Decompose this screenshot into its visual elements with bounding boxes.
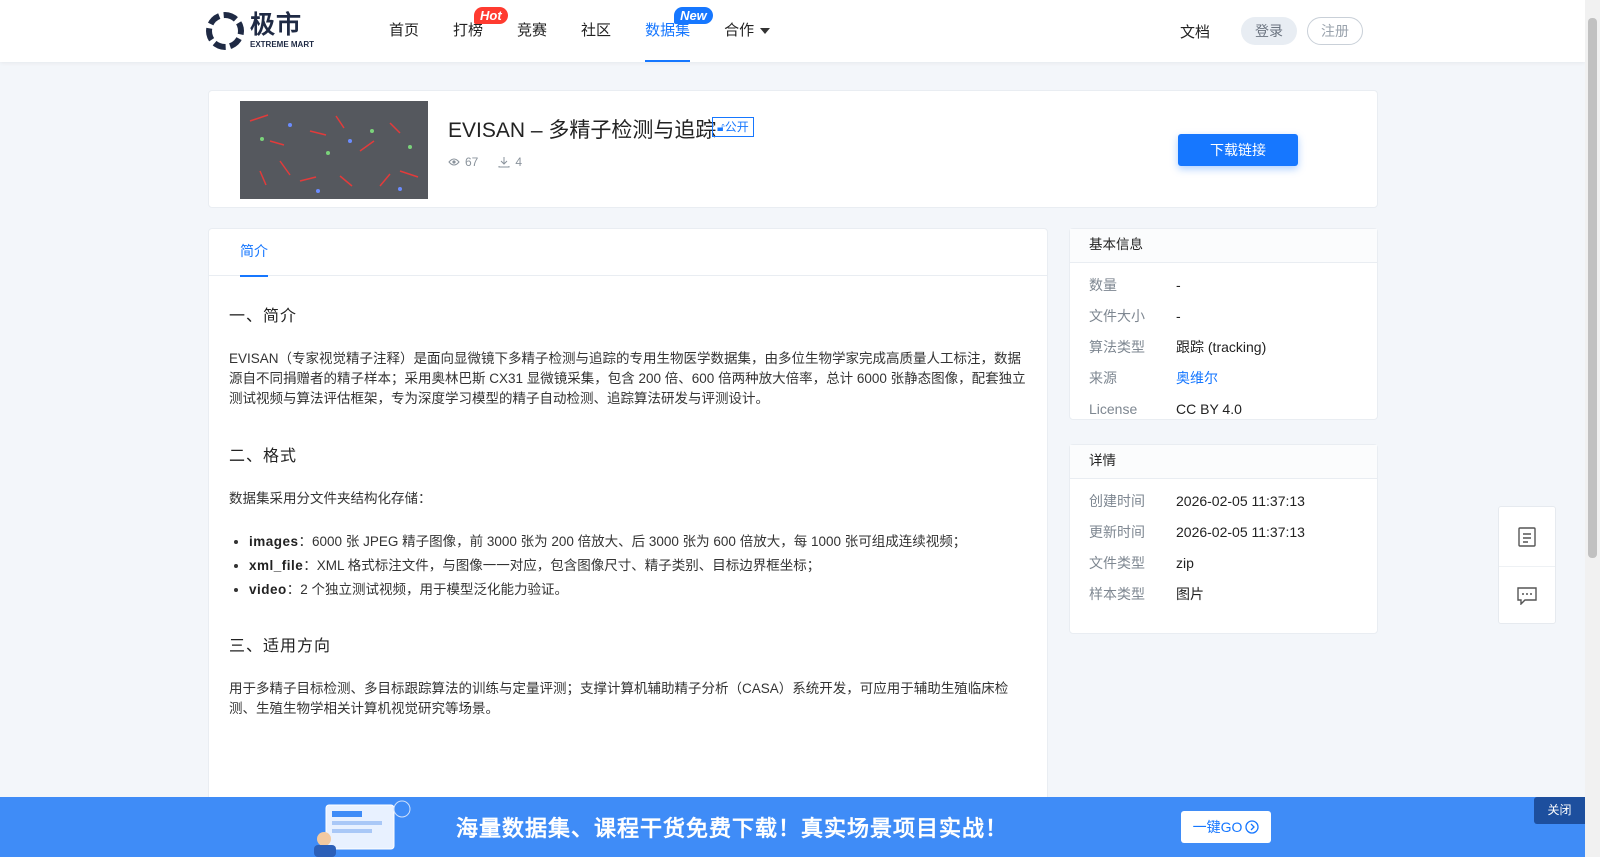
logo-subtitle: EXTREME MART [250,40,314,49]
tab-intro[interactable]: 简介 [240,229,268,277]
logo-mark-icon [206,12,244,50]
login-button[interactable]: 登录 [1241,17,1297,45]
dataset-thumbnail [240,101,428,199]
basic-info-title: 基本信息 [1070,229,1377,263]
floating-toolbar [1498,506,1556,624]
nav-community[interactable]: 社区 [564,0,628,62]
detail-row-filetype: 文件类型 zip [1089,554,1194,571]
top-header: 极市 EXTREME MART 首页 打榜 Hot 竞赛 社区 数据集 New 合作… [0,0,1585,62]
nav-cooperation[interactable]: 合作 [707,0,787,62]
info-row-size: 文件大小 - [1089,307,1181,324]
arrow-circle-icon [1245,820,1260,834]
nav-competition[interactable]: 竞赛 [500,0,564,62]
section-heading-intro: 一、简介 [229,308,298,325]
detail-row-created: 创建时间 2026-02-05 11:37:13 [1089,492,1305,509]
eye-icon [448,158,460,166]
caret-down-icon [760,28,771,35]
source-link[interactable]: 奥维尔 [1176,368,1218,388]
downloads-stat: 4 [498,155,522,169]
section-heading-format: 二、格式 [229,448,298,465]
main-nav: 首页 打榜 Hot 竞赛 社区 数据集 New 合作 [372,0,787,62]
dataset-title: EVISAN – 多精子检测与追踪 [448,119,717,142]
basic-info-panel: 基本信息 数量 - 文件大小 - 算法类型 跟踪 (tracking) 来源 奥维尔 L… [1069,228,1378,420]
info-row-algorithm: 算法类型 跟踪 (tracking) [1089,338,1267,355]
nav-leaderboard[interactable]: 打榜 Hot [436,0,508,62]
section-heading-usage: 三、适用方向 [229,638,332,655]
logo-title: 极市 [250,11,303,39]
promo-banner[interactable]: 海量数据集、课程干货免费下载！真实场景项目实战！ 一键GO [0,797,1585,857]
page-scrollbar[interactable] [1585,0,1600,857]
list-item: images：6000 张 JPEG 精子图像，前 3000 张为 200 倍放… [249,530,1027,554]
go-button[interactable]: 一键GO [1181,811,1271,843]
visibility-tag: 🔓︎公开 [712,117,754,137]
nav-home[interactable]: 首页 [372,0,436,62]
details-panel: 详情 创建时间 2026-02-05 11:37:13 更新时间 2026-02-0… [1069,444,1378,634]
views-stat: 67 [448,155,478,169]
banner-text: 海量数据集、课程干货免费下载！真实场景项目实战！ [456,816,1009,841]
format-paragraph: 数据集采用分文件夹结构化存储： [229,491,432,506]
info-row-source: 来源 奥维尔 [1089,368,1218,388]
feedback-float-button[interactable] [1499,566,1555,625]
chat-icon [1517,587,1537,605]
document-icon [1518,526,1536,547]
usage-paragraph: 用于多精子目标检测、多目标跟踪算法的训练与定量评测；支撑计算机辅助精子分析（CA… [229,681,1009,716]
banner-close-button[interactable]: 关闭 [1534,797,1585,824]
intro-content: 一、简介 EVISAN（专家视觉精子注释）是面向显微镜下多精子检测与追踪的专用生… [209,276,1047,719]
unlock-icon: 🔓︎ [717,120,725,134]
document-float-button[interactable] [1499,507,1555,566]
details-title: 详情 [1070,445,1377,479]
scrollbar-thumb[interactable] [1588,18,1597,558]
list-item: xml_file：XML 格式标注文件，与图像一一对应，包含图像尺寸、精子类别、… [249,554,1027,578]
info-row-license: License CC BY 4.0 [1089,400,1242,417]
download-icon [498,157,510,168]
format-list: images：6000 张 JPEG 精子图像，前 3000 张为 200 倍放… [249,530,1027,602]
docs-link[interactable]: 文档 [1180,21,1210,42]
info-row-count: 数量 - [1089,276,1181,293]
site-logo[interactable]: 极市 EXTREME MART [206,12,314,50]
main-content-panel: 简介 一、简介 EVISAN（专家视觉精子注释）是面向显微镜下多精子检测与追踪的… [208,228,1048,857]
register-button[interactable]: 注册 [1307,17,1363,45]
banner-illustration [312,799,418,857]
content-tabs: 简介 [209,229,1047,277]
list-item: video：2 个独立测试视频，用于模型泛化能力验证。 [249,578,1027,602]
intro-paragraph: EVISAN（专家视觉精子注释）是面向显微镜下多精子检测与追踪的专用生物医学数据… [229,351,1026,406]
detail-row-updated: 更新时间 2026-02-05 11:37:13 [1089,523,1305,540]
detail-row-sampletype: 样本类型 图片 [1089,585,1204,602]
nav-datasets[interactable]: 数据集 New [628,0,713,62]
dataset-summary-card: EVISAN – 多精子检测与追踪 🔓︎公开 67 4 下载链接 [208,90,1378,208]
download-link-button[interactable]: 下载链接 [1178,134,1298,166]
